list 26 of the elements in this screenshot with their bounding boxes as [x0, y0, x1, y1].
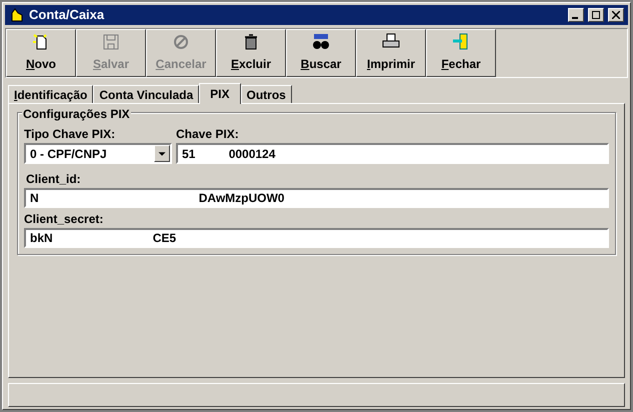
client-secret-field[interactable]: bkN CE5	[24, 228, 609, 248]
pix-key-field[interactable]: 51 0000124	[176, 143, 609, 164]
maximize-button[interactable]	[588, 8, 604, 22]
tab[interactable]: Outros	[240, 85, 292, 103]
key-type-dropdown[interactable]: 0 - CPF/CNPJ	[24, 143, 172, 164]
close-icon	[612, 11, 620, 19]
field-label: Client_id:	[26, 171, 82, 188]
new-button[interactable]: Novo	[6, 29, 76, 77]
print-button[interactable]: Imprimir	[356, 29, 426, 77]
close-button[interactable]: Fechar	[426, 29, 496, 77]
binoculars-icon	[312, 33, 330, 51]
field-label: Tipo Chave PIX:	[24, 126, 116, 143]
close-button[interactable]	[608, 8, 624, 22]
field-label: Client_secret:	[24, 211, 104, 228]
minimize-button[interactable]	[568, 8, 584, 22]
field-label: Chave PIX:	[176, 126, 240, 143]
tab[interactable]: PIX	[199, 83, 241, 104]
tab[interactable]: Identificação	[8, 85, 94, 103]
client-id-field[interactable]: N DAwMzpUOW0	[24, 188, 609, 208]
search-button[interactable]: Buscar	[286, 29, 356, 77]
window-title: Conta/Caixa	[29, 6, 106, 24]
trash-can-icon	[242, 33, 260, 51]
delete-button[interactable]: Excluir	[216, 29, 286, 77]
tab[interactable]: Conta Vinculada	[93, 85, 200, 103]
maximize-icon	[592, 11, 600, 19]
prohibited-icon	[172, 33, 190, 51]
